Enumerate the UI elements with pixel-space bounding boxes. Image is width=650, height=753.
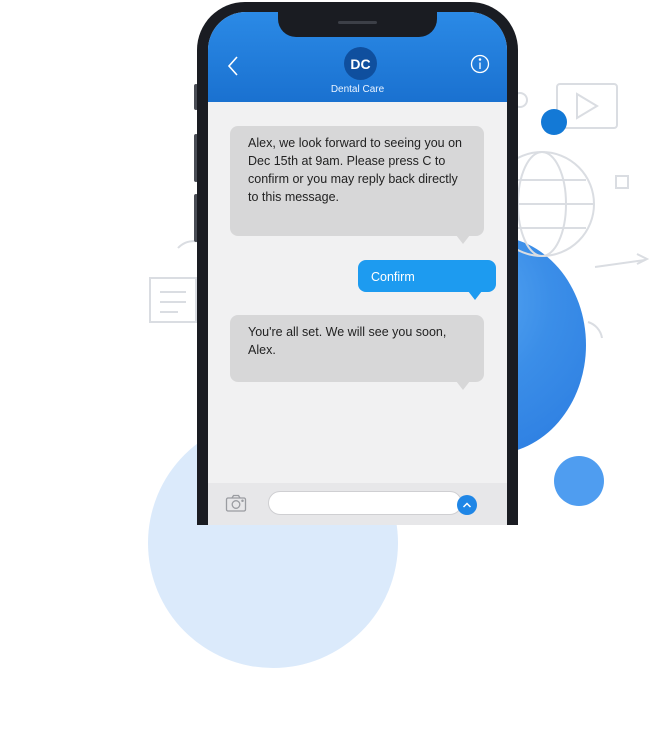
message-bubble-incoming: Alex, we look forward to seeing you on D… [230, 126, 484, 244]
message-input[interactable] [268, 491, 462, 515]
info-icon[interactable] [470, 54, 490, 74]
message-bubble-outgoing: Confirm [358, 260, 496, 300]
speaker-grille [338, 21, 377, 24]
decorative-dot [554, 456, 604, 506]
contact-name: Dental Care [330, 84, 385, 95]
chevron-left-icon[interactable] [224, 54, 244, 78]
send-arrow-up-icon [462, 502, 472, 508]
phone-screen: DC Dental Care Alex, we look forward to … [208, 12, 507, 525]
message-text: You're all set. We will see you soon, Al… [248, 325, 447, 357]
camera-icon[interactable] [225, 493, 247, 513]
phone-frame: DC Dental Care Alex, we look forward to … [197, 2, 518, 525]
message-bubble-incoming: You're all set. We will see you soon, Al… [230, 315, 484, 390]
message-text: Confirm [371, 270, 415, 284]
phone-notch [278, 12, 437, 37]
decorative-dot [541, 109, 567, 135]
send-button[interactable] [457, 495, 477, 515]
message-composer [208, 483, 507, 525]
avatar[interactable]: DC [344, 47, 377, 80]
message-text: Alex, we look forward to seeing you on D… [248, 136, 463, 204]
